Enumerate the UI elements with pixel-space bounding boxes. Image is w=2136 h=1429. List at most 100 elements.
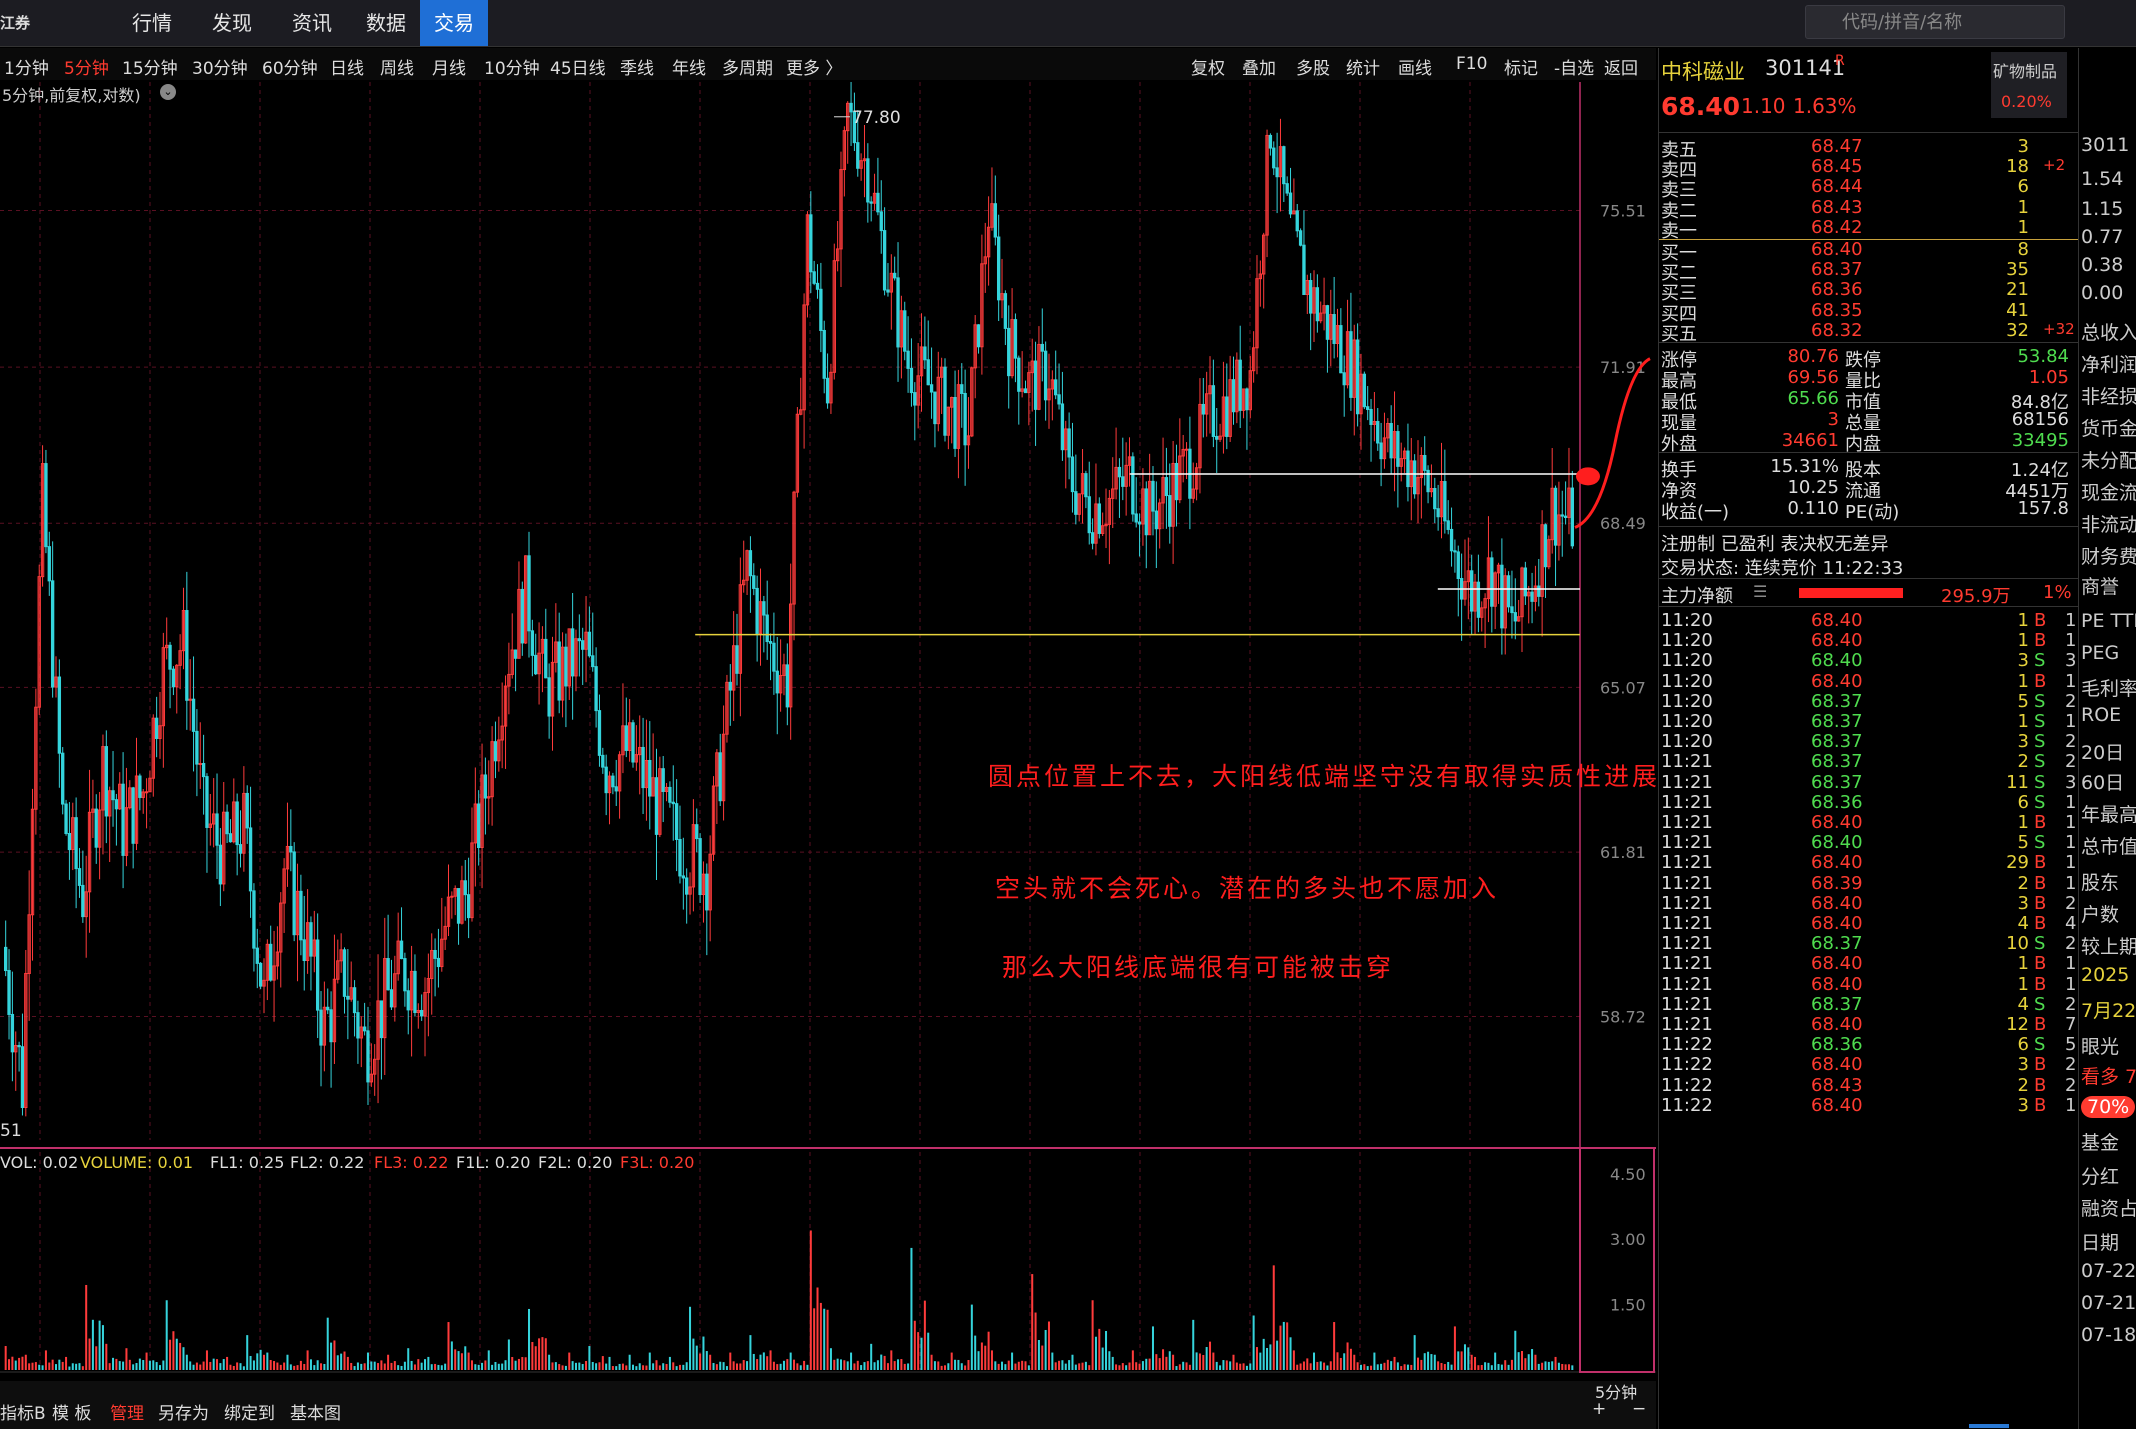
tick-side: B — [2034, 852, 2047, 874]
stat-value: 69.56 — [1787, 367, 1839, 388]
search-input[interactable]: 代码/拼音/名称 — [1805, 5, 2065, 39]
volume-bar — [682, 1364, 685, 1370]
indicator-tab[interactable]: 基本图 — [290, 1399, 341, 1424]
candle-body — [218, 844, 223, 885]
volume-bar — [980, 1342, 983, 1370]
volume-bar — [1272, 1265, 1275, 1370]
stat-value: 53.84 — [2017, 346, 2069, 367]
indicator-tab[interactable]: 另存为 — [158, 1399, 209, 1424]
volume-bar — [507, 1339, 510, 1370]
fundamental-item: PEG — [2081, 642, 2120, 664]
volume-bar — [1245, 1365, 1248, 1370]
marker-dot[interactable] — [1576, 467, 1600, 486]
scroll-indicator[interactable] — [1969, 1424, 2009, 1428]
volume-bar — [1467, 1347, 1470, 1370]
volume-bar — [276, 1362, 279, 1370]
volume-bar — [776, 1364, 779, 1370]
indicator-tab[interactable]: 管理 — [110, 1399, 144, 1424]
candle-body — [1285, 183, 1289, 194]
tick-time: 11:22 — [1661, 1054, 1713, 1076]
low-label: 51 — [0, 1121, 22, 1141]
candle-body — [1295, 210, 1299, 232]
volume-bar — [444, 1363, 447, 1370]
sector-box[interactable]: 矿物制品 0.20% — [1991, 52, 2067, 118]
separator — [1659, 452, 2079, 453]
volume-bar — [769, 1350, 772, 1370]
candle-body — [674, 803, 679, 840]
volume-bar — [1135, 1362, 1138, 1370]
tick-extra: 1 — [2065, 852, 2077, 874]
volume-bar — [397, 1365, 400, 1370]
candle-body — [1087, 496, 1091, 534]
volume-bar — [323, 1363, 326, 1370]
order-book-volume: 41 — [2006, 299, 2029, 321]
volume-bar — [705, 1351, 708, 1370]
volume-bar — [970, 1304, 973, 1370]
volume-bar — [564, 1365, 567, 1370]
candle-body — [1510, 606, 1514, 614]
volume-bar — [437, 1364, 440, 1370]
indicator-tab[interactable]: 绑定到 — [224, 1399, 275, 1424]
candle-body — [47, 546, 51, 582]
fundamental-item: 0.38 — [2081, 254, 2124, 276]
candle-body — [1433, 488, 1437, 510]
volume-bar — [427, 1356, 430, 1370]
trend-arrow[interactable] — [1574, 357, 1651, 529]
fundamental-item: 总市值 — [2081, 836, 2136, 858]
volume-bar — [1054, 1362, 1057, 1370]
indicator-tab[interactable]: 模 板 — [52, 1399, 91, 1424]
volume-bar — [930, 1354, 933, 1370]
volume-bar — [1443, 1364, 1446, 1370]
tick-volume: 1 — [2017, 711, 2029, 732]
volume-bar — [98, 1320, 101, 1370]
volume-bar — [289, 1364, 292, 1370]
tick-time: 11:20 — [1661, 670, 1713, 692]
volume-bar — [142, 1360, 145, 1370]
candle-body — [1275, 167, 1279, 178]
volume-bar — [571, 1361, 574, 1370]
order-book-price: 68.40 — [1811, 239, 1863, 260]
candle-body — [856, 142, 860, 169]
volume-bar — [561, 1365, 564, 1370]
candle-body — [570, 628, 575, 677]
fundamental-item: 70% — [2081, 1096, 2136, 1118]
volume-bar — [735, 1363, 739, 1370]
candle-body — [1453, 550, 1457, 553]
volume-bar — [1021, 1360, 1024, 1370]
candle-body — [1332, 314, 1336, 344]
candle-body — [1355, 339, 1360, 415]
volume-bar — [360, 1363, 363, 1370]
tick-side: S — [2034, 1034, 2046, 1056]
volume-bar — [44, 1350, 47, 1370]
volume-bar — [786, 1359, 789, 1370]
fundamentals-panel: 3011 1.54 1.15 0.77 0.38 0.00 总收入 净利润 非经损 货币金 未分配现… — [2078, 48, 2136, 1429]
volume-bar — [299, 1360, 302, 1370]
list-icon[interactable]: ☰ — [1753, 582, 1767, 601]
indicator-tab[interactable]: 指标B — [0, 1399, 46, 1424]
volume-bar — [880, 1354, 883, 1370]
tick-volume: 29 — [2006, 852, 2029, 874]
candle-body — [681, 875, 686, 879]
volume-bar — [517, 1358, 520, 1370]
kline-chart[interactable]: 75.5171.9168.4965.0761.8158.724.503.001.… — [0, 0, 1656, 1381]
tick-price: 68.40 — [1811, 1094, 1863, 1116]
candle-body — [819, 288, 823, 331]
volume-bar — [320, 1363, 323, 1370]
candle-body — [960, 384, 964, 394]
candle-body — [1412, 460, 1417, 495]
volume-bar — [1390, 1361, 1393, 1370]
sector-name: 矿物制品 — [1993, 62, 2058, 81]
candle-body — [906, 350, 910, 369]
order-book-volume: 1 — [2017, 196, 2029, 218]
stat-value: 80.76 — [1787, 346, 1839, 367]
volume-bar — [403, 1361, 406, 1370]
volume-bar — [1071, 1354, 1074, 1370]
volume-bar — [1356, 1362, 1359, 1370]
fundamental-item: 20日 — [2081, 742, 2125, 764]
tick-extra: 7 — [2065, 1014, 2077, 1035]
volume-bar — [752, 1353, 755, 1370]
annotation-line-3: 那么大阳线底端很有可能被击穿 — [1002, 953, 1395, 982]
volume-bar — [1413, 1335, 1416, 1370]
tick-time: 11:22 — [1661, 1094, 1713, 1116]
volume-bar — [598, 1362, 601, 1370]
